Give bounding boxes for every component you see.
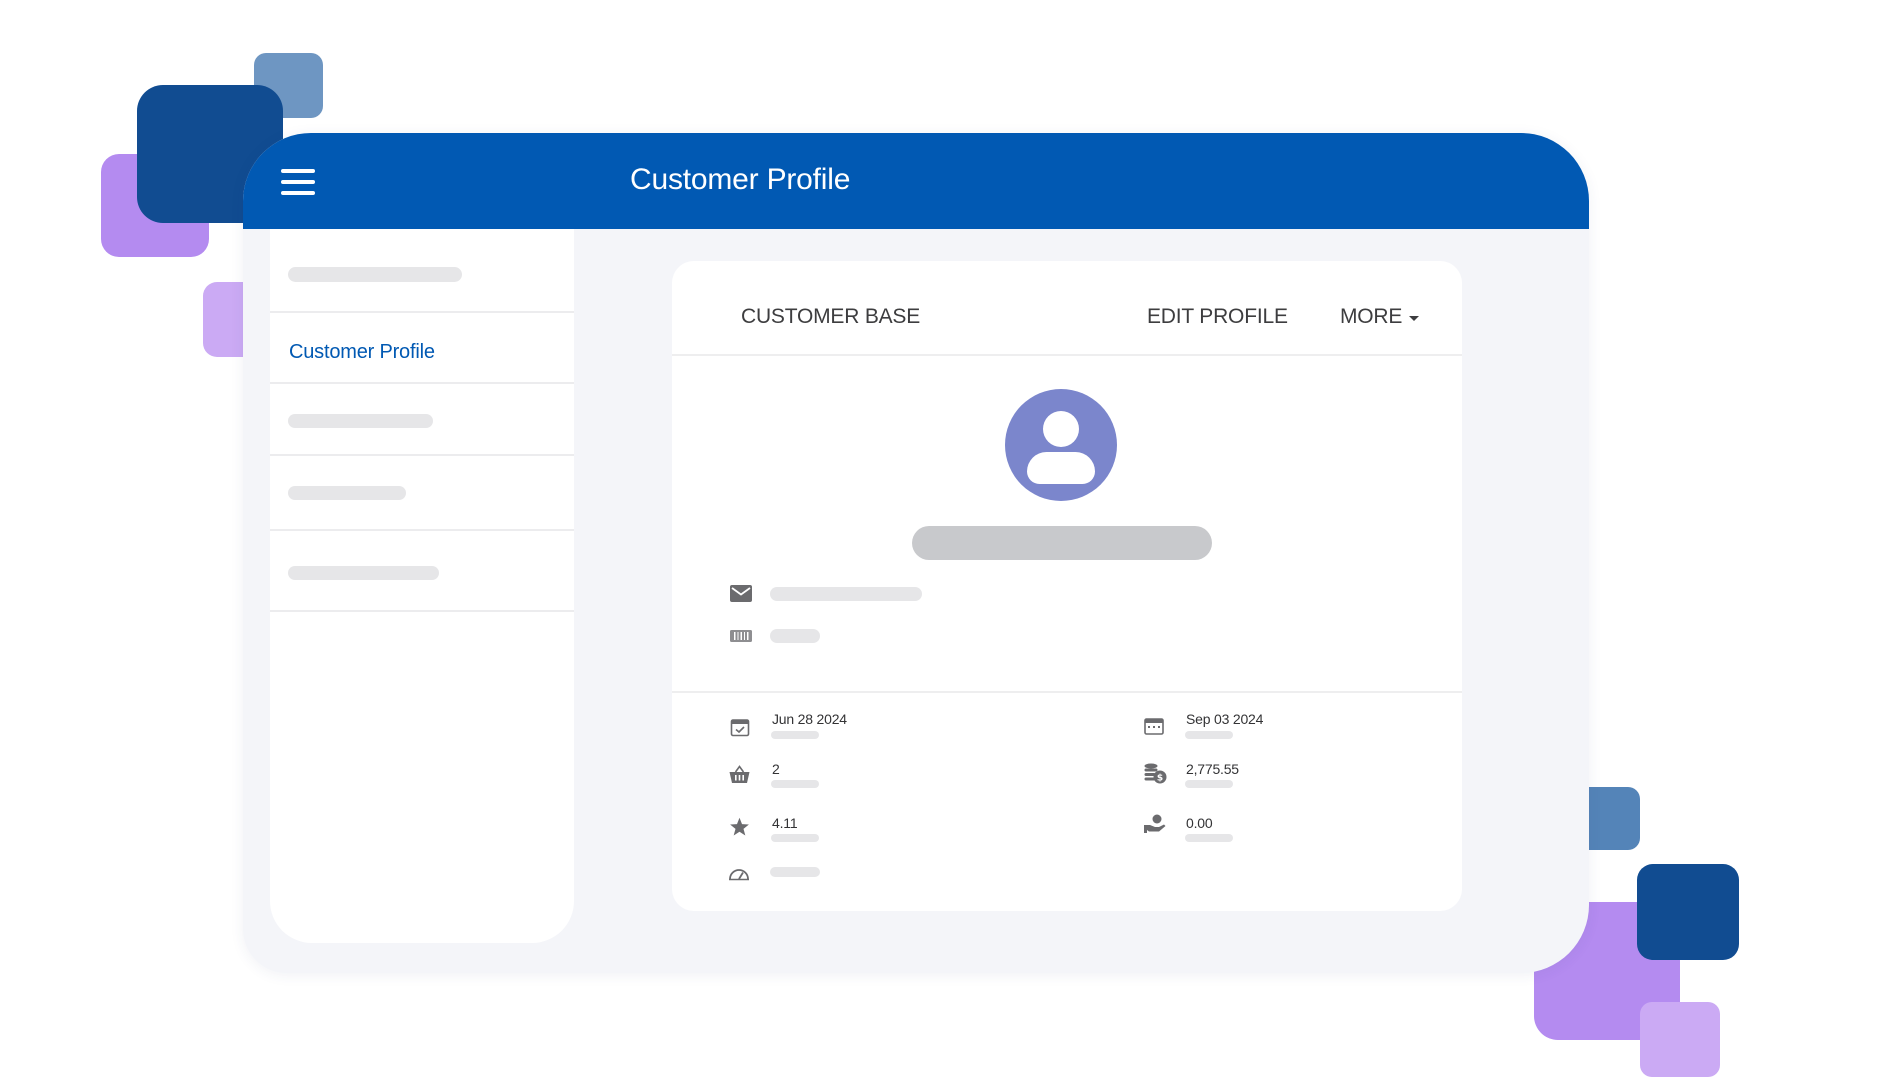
basket-icon (729, 765, 750, 783)
info-divider (672, 691, 1462, 693)
customer-name-placeholder (912, 526, 1212, 560)
first-order-date-label (771, 731, 819, 739)
total-spent-value: 2,775.55 (1186, 761, 1239, 777)
sidebar-item-customer-profile[interactable]: Customer Profile (270, 313, 574, 384)
sidebar: Customer Profile (270, 229, 574, 943)
decor-square-dark-blue-br (1637, 864, 1739, 960)
total-spent-label (1185, 780, 1233, 788)
coins-dollar-icon: $ (1144, 763, 1167, 784)
last-order-date-value: Sep 03 2024 (1186, 711, 1264, 727)
tabs-divider (672, 354, 1462, 356)
sidebar-item-label: Customer Profile (289, 341, 435, 363)
app-bar: Customer Profile (243, 133, 1589, 229)
user-avatar-icon (1005, 389, 1117, 501)
sidebar-item-placeholder-3[interactable] (270, 456, 574, 531)
chevron-down-icon[interactable] (1409, 316, 1419, 321)
tab-edit-profile[interactable]: EDIT PROFILE (1147, 304, 1288, 330)
decor-square-lavender-br (1640, 1002, 1720, 1077)
customer-card: CUSTOMER BASE EDIT PROFILE MORE Jun 28 2… (672, 261, 1462, 911)
orders-count-label (771, 780, 819, 788)
more-menu-button[interactable]: MORE (1340, 304, 1402, 330)
orders-count-value: 2 (772, 761, 780, 777)
rating-label (771, 834, 819, 842)
email-icon (730, 585, 752, 602)
sidebar-item-placeholder-2[interactable] (270, 384, 574, 456)
skeleton-line (288, 414, 433, 428)
barcode-icon (730, 630, 752, 642)
balance-value: 0.00 (1186, 815, 1213, 831)
hand-coin-icon (1144, 814, 1166, 833)
balance-label (1185, 834, 1233, 842)
app-window: Customer Profile Customer Profile CUSTOM… (243, 133, 1589, 973)
speedometer-icon (729, 869, 749, 881)
id-placeholder (770, 629, 820, 643)
calendar-check-icon (730, 719, 750, 737)
first-order-date-value: Jun 28 2024 (772, 711, 847, 727)
last-order-date-label (1185, 731, 1233, 739)
page-title: Customer Profile (630, 163, 851, 196)
svg-text:$: $ (1157, 773, 1163, 783)
skeleton-line (288, 566, 439, 580)
rating-value: 4.11 (772, 815, 798, 831)
sidebar-item-placeholder-1[interactable] (270, 229, 574, 313)
score-placeholder (770, 867, 820, 877)
star-icon (730, 817, 749, 836)
hamburger-menu-icon[interactable] (281, 168, 315, 196)
skeleton-line (288, 267, 462, 282)
skeleton-line (288, 486, 406, 500)
sidebar-item-placeholder-4[interactable] (270, 531, 574, 612)
tab-customer-base[interactable]: CUSTOMER BASE (741, 304, 920, 330)
email-placeholder (770, 587, 922, 601)
calendar-icon (1144, 718, 1164, 735)
